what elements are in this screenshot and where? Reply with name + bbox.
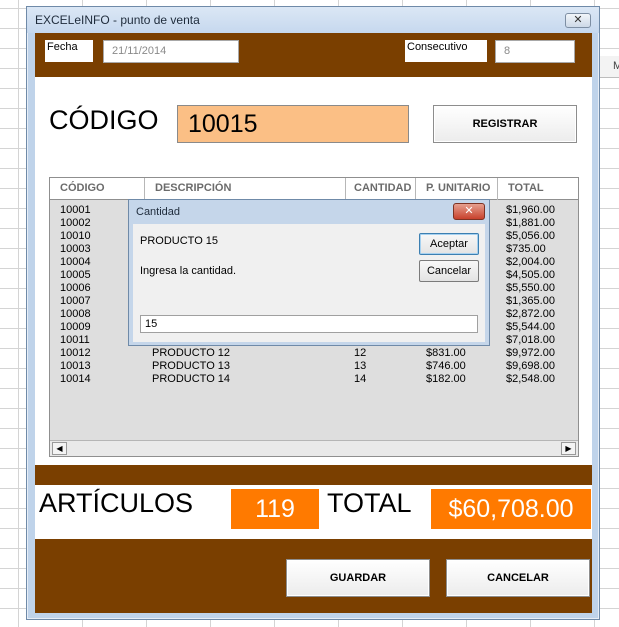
dialog-product: PRODUCTO 15	[140, 235, 219, 247]
cell-unitario: $182.00	[426, 373, 466, 385]
cell-total: $2,872.00	[506, 308, 555, 320]
cell-total: $5,544.00	[506, 321, 555, 333]
title-bar: EXCELeINFO - punto de venta ✕	[27, 7, 599, 33]
scroll-right-icon[interactable]: ▶	[561, 442, 576, 455]
cell-total: $2,004.00	[506, 256, 555, 268]
cell-unitario: $831.00	[426, 347, 466, 359]
total-value: $60,708.00	[431, 489, 591, 529]
cell-codigo: 10012	[60, 347, 91, 359]
table-row[interactable]: 10012 PRODUCTO 12 12 $831.00 $9,972.00	[50, 347, 578, 360]
cell-total: $9,972.00	[506, 347, 555, 359]
cell-codigo: 10001	[60, 204, 91, 216]
column-total[interactable]: TOTAL	[498, 178, 580, 200]
column-codigo[interactable]: CÓDIGO	[50, 178, 145, 200]
cell-codigo: 10008	[60, 308, 91, 320]
cancelar-button[interactable]: CANCELAR	[446, 559, 590, 597]
cell-total: $1,365.00	[506, 295, 555, 307]
cell-codigo: 10006	[60, 282, 91, 294]
cell-total: $2,548.00	[506, 373, 555, 385]
cell-total: $5,056.00	[506, 230, 555, 242]
codigo-label: CÓDIGO	[49, 105, 159, 135]
cell-total: $4,505.00	[506, 269, 555, 281]
cell-codigo: 10003	[60, 243, 91, 255]
consecutivo-field[interactable]: 8	[495, 40, 575, 63]
total-label: TOTAL	[327, 488, 412, 518]
cell-descripcion: PRODUCTO 12	[152, 347, 231, 359]
table-row[interactable]: 10014 PRODUCTO 14 14 $182.00 $2,548.00	[50, 373, 578, 386]
dialog-close-icon[interactable]: ✕	[453, 203, 485, 220]
dialog-body: PRODUCTO 15 Ingresa la cantidad. Aceptar…	[133, 224, 485, 342]
cell-cantidad: 13	[354, 360, 367, 372]
fecha-label: Fecha	[45, 40, 93, 62]
fecha-field[interactable]: 21/11/2014	[103, 40, 239, 63]
guardar-button[interactable]: GUARDAR	[286, 559, 430, 597]
divider-band	[35, 465, 592, 485]
cell-codigo: 10004	[60, 256, 91, 268]
cell-codigo: 10002	[60, 217, 91, 229]
summary-band: ARTÍCULOS 119 TOTAL $60,708.00	[35, 485, 592, 539]
list-header: CÓDIGO DESCRIPCIÓN CANTIDAD P. UNITARIO …	[50, 178, 578, 200]
column-header: M	[599, 56, 619, 78]
cell-codigo: 10009	[60, 321, 91, 333]
dialog-title: Cantidad	[136, 206, 181, 218]
cell-descripcion: PRODUCTO 13	[152, 360, 231, 372]
cell-total: $1,960.00	[506, 204, 555, 216]
dialog-prompt: Ingresa la cantidad.	[140, 265, 237, 277]
window-title: EXCELeINFO - punto de venta	[35, 13, 200, 27]
cell-total: $9,698.00	[506, 360, 555, 372]
cell-cantidad: 12	[354, 347, 367, 359]
cell-total: $735.00	[506, 243, 546, 255]
cell-codigo: 10013	[60, 360, 91, 372]
column-descripcion[interactable]: DESCRIPCIÓN	[145, 178, 346, 200]
cell-unitario: $746.00	[426, 360, 466, 372]
cell-cantidad: 14	[354, 373, 367, 385]
cell-codigo: 10005	[60, 269, 91, 281]
dialog-cancel-button[interactable]: Cancelar	[419, 260, 479, 282]
cell-total: $1,881.00	[506, 217, 555, 229]
consecutivo-label: Consecutivo	[405, 40, 487, 62]
header-band: Fecha 21/11/2014 Consecutivo 8	[35, 33, 592, 77]
cell-codigo: 10014	[60, 373, 91, 385]
column-unitario[interactable]: P. UNITARIO	[416, 178, 498, 200]
codigo-input[interactable]: 10015	[177, 105, 409, 143]
cell-total: $5,550.00	[506, 282, 555, 294]
dialog-accept-button[interactable]: Aceptar	[419, 233, 479, 255]
cantidad-dialog: Cantidad ✕ PRODUCTO 15 Ingresa la cantid…	[128, 199, 490, 346]
table-row[interactable]: 10013 PRODUCTO 13 13 $746.00 $9,698.00	[50, 360, 578, 373]
cell-codigo: 10007	[60, 295, 91, 307]
scroll-left-icon[interactable]: ◀	[52, 442, 67, 455]
cantidad-input[interactable]: 15	[140, 315, 478, 333]
articulos-value: 119	[231, 489, 319, 529]
cell-codigo: 10011	[60, 334, 90, 346]
cell-descripcion: PRODUCTO 14	[152, 373, 231, 385]
column-cantidad[interactable]: CANTIDAD	[346, 178, 416, 200]
cell-codigo: 10010	[60, 230, 91, 242]
registrar-button[interactable]: REGISTRAR	[433, 105, 577, 143]
articulos-label: ARTÍCULOS	[39, 488, 194, 518]
cell-total: $7,018.00	[506, 334, 555, 346]
horizontal-scrollbar[interactable]: ◀ ▶	[50, 440, 578, 456]
close-button[interactable]: ✕	[565, 13, 591, 28]
actions-band: GUARDAR CANCELAR	[35, 539, 592, 613]
